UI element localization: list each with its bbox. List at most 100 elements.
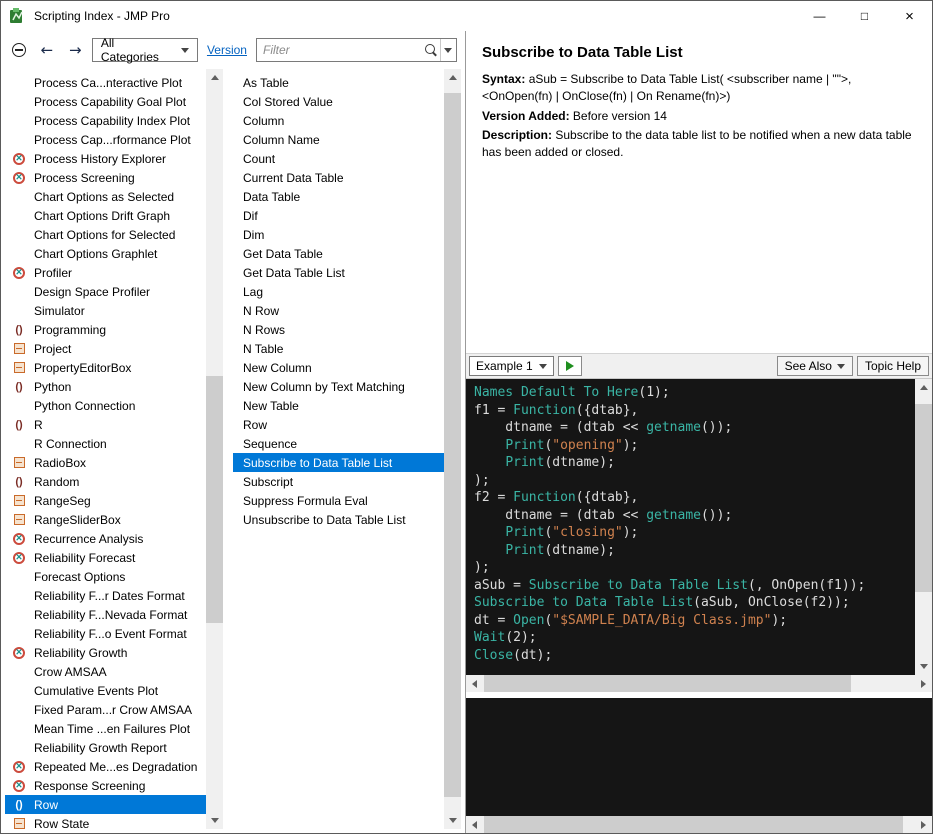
scroll-up-button[interactable] — [444, 69, 461, 86]
category-item[interactable]: R — [5, 415, 206, 434]
function-item[interactable]: Get Data Table — [233, 244, 444, 263]
category-item[interactable]: Reliability F...r Dates Format — [5, 586, 206, 605]
circle-minus-button[interactable] — [7, 38, 30, 62]
category-item[interactable]: Row — [5, 795, 206, 814]
function-item[interactable]: Dif — [233, 206, 444, 225]
category-item[interactable]: R Connection — [5, 434, 206, 453]
see-also-button[interactable]: See Also — [777, 356, 853, 376]
category-item[interactable]: Random — [5, 472, 206, 491]
scroll-track[interactable] — [483, 816, 915, 833]
category-item[interactable]: Cumulative Events Plot — [5, 681, 206, 700]
category-item[interactable]: Process History Explorer — [5, 149, 206, 168]
scroll-right-button[interactable] — [915, 816, 932, 833]
category-item[interactable]: Chart Options Drift Graph — [5, 206, 206, 225]
log-output-area[interactable] — [466, 698, 932, 816]
function-item[interactable]: Subscribe to Data Table List — [233, 453, 444, 472]
category-item[interactable]: Process Screening — [5, 168, 206, 187]
function-item[interactable]: Subscript — [233, 472, 444, 491]
category-item[interactable]: RangeSeg — [5, 491, 206, 510]
function-item[interactable]: Col Stored Value — [233, 92, 444, 111]
category-item[interactable]: Crow AMSAA — [5, 662, 206, 681]
function-item[interactable]: Get Data Table List — [233, 263, 444, 282]
function-item[interactable]: Data Table — [233, 187, 444, 206]
function-item[interactable]: Unsubscribe to Data Table List — [233, 510, 444, 529]
category-item[interactable]: Process Cap...rformance Plot — [5, 130, 206, 149]
category-item[interactable]: Forecast Options — [5, 567, 206, 586]
function-item[interactable]: Column Name — [233, 130, 444, 149]
minimize-button[interactable]: — — [797, 1, 842, 31]
category-item[interactable]: PropertyEditorBox — [5, 358, 206, 377]
scroll-down-button[interactable] — [206, 812, 223, 829]
function-item[interactable]: Suppress Formula Eval — [233, 491, 444, 510]
function-item[interactable]: N Row — [233, 301, 444, 320]
function-item[interactable]: Row — [233, 415, 444, 434]
function-item[interactable]: Current Data Table — [233, 168, 444, 187]
scroll-track[interactable] — [483, 675, 915, 692]
maximize-button[interactable]: □ — [842, 1, 887, 31]
scroll-thumb[interactable] — [444, 93, 461, 797]
function-item[interactable]: N Rows — [233, 320, 444, 339]
category-item[interactable]: Programming — [5, 320, 206, 339]
function-item[interactable]: Sequence — [233, 434, 444, 453]
function-item[interactable]: New Column by Text Matching — [233, 377, 444, 396]
example-dropdown[interactable]: Example 1 — [469, 356, 554, 376]
function-scrollbar[interactable] — [444, 69, 461, 829]
category-item[interactable]: Chart Options for Selected — [5, 225, 206, 244]
back-button[interactable]: ← — [35, 38, 58, 62]
filter-input[interactable] — [257, 43, 424, 57]
category-dropdown[interactable]: All Categories — [92, 38, 198, 62]
function-item[interactable]: New Table — [233, 396, 444, 415]
category-item[interactable]: Project — [5, 339, 206, 358]
category-item[interactable]: Row State — [5, 814, 206, 829]
function-item[interactable]: Dim — [233, 225, 444, 244]
scroll-thumb[interactable] — [915, 404, 932, 593]
code-vertical-scrollbar[interactable] — [915, 379, 932, 675]
category-scrollbar[interactable] — [206, 69, 223, 829]
category-item[interactable]: Python — [5, 377, 206, 396]
category-item[interactable]: Reliability Growth — [5, 643, 206, 662]
category-item[interactable]: Fixed Param...r Crow AMSAA — [5, 700, 206, 719]
category-item[interactable]: Reliability F...Nevada Format — [5, 605, 206, 624]
log-horizontal-scrollbar[interactable] — [466, 816, 932, 833]
category-item[interactable]: Mean Time ...en Failures Plot — [5, 719, 206, 738]
scroll-left-button[interactable] — [466, 816, 483, 833]
forward-button[interactable]: → — [64, 38, 87, 62]
scroll-track[interactable] — [206, 86, 223, 812]
filter-dropdown-button[interactable] — [440, 39, 456, 61]
category-item[interactable]: Response Screening — [5, 776, 206, 795]
code-horizontal-scrollbar[interactable] — [466, 675, 932, 692]
category-item[interactable]: Process Ca...nteractive Plot — [5, 73, 206, 92]
topic-help-button[interactable]: Topic Help — [857, 356, 929, 376]
category-item[interactable]: Chart Options as Selected — [5, 187, 206, 206]
category-item[interactable]: Repeated Me...es Degradation — [5, 757, 206, 776]
function-item[interactable]: Lag — [233, 282, 444, 301]
category-item[interactable]: RadioBox — [5, 453, 206, 472]
run-script-button[interactable] — [558, 356, 582, 376]
scroll-track[interactable] — [915, 396, 932, 658]
category-item[interactable]: Process Capability Index Plot — [5, 111, 206, 130]
function-item[interactable]: As Table — [233, 73, 444, 92]
version-link[interactable]: Version — [207, 43, 247, 57]
category-item[interactable]: Simulator — [5, 301, 206, 320]
scroll-thumb[interactable] — [484, 675, 851, 692]
scroll-thumb[interactable] — [206, 376, 223, 623]
category-item[interactable]: Reliability Growth Report — [5, 738, 206, 757]
close-button[interactable]: × — [887, 1, 932, 31]
function-item[interactable]: N Table — [233, 339, 444, 358]
scroll-left-button[interactable] — [466, 675, 483, 692]
scroll-down-button[interactable] — [444, 812, 461, 829]
category-item[interactable]: Profiler — [5, 263, 206, 282]
code-view[interactable]: Names Default To Here(1);f1 = Function({… — [466, 379, 915, 675]
category-item[interactable]: Chart Options Graphlet — [5, 244, 206, 263]
category-item[interactable]: Design Space Profiler — [5, 282, 206, 301]
function-item[interactable]: New Column — [233, 358, 444, 377]
function-item[interactable]: Count — [233, 149, 444, 168]
scroll-down-button[interactable] — [915, 658, 932, 675]
scroll-thumb[interactable] — [484, 816, 903, 833]
scroll-right-button[interactable] — [915, 675, 932, 692]
category-item[interactable]: Reliability F...o Event Format — [5, 624, 206, 643]
code-editor[interactable]: Names Default To Here(1);f1 = Function({… — [466, 379, 932, 675]
scroll-track[interactable] — [444, 86, 461, 812]
category-item[interactable]: Process Capability Goal Plot — [5, 92, 206, 111]
function-item[interactable]: Column — [233, 111, 444, 130]
